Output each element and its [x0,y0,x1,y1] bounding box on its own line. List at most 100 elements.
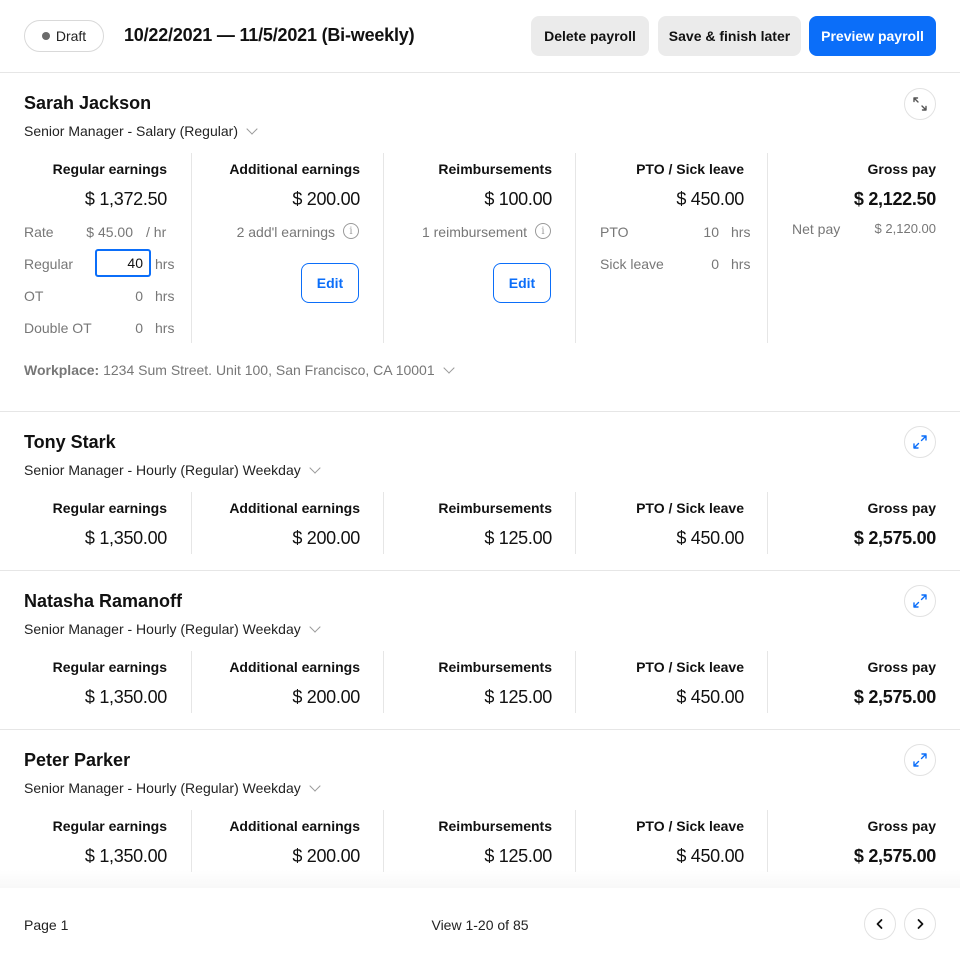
pto-hours-unit: hrs [731,224,751,240]
employee-role: Senior Manager - Salary (Regular) [24,123,238,139]
info-icon[interactable]: i [343,223,359,239]
rate-label: Rate [24,224,54,240]
column-header-additional: Additional earnings [229,818,360,834]
column-divider [575,153,576,343]
column-divider [191,651,192,713]
expand-arrows-icon[interactable] [904,585,936,617]
column-divider [575,651,576,713]
column-header-reimbursements: Reimbursements [438,659,552,675]
additional-earnings-amount: $ 200.00 [292,189,360,209]
employee-name: Peter Parker [24,750,131,770]
additional-earnings-amount: $ 200.00 [292,687,360,707]
preview-payroll-button[interactable]: Preview payroll [809,16,936,56]
net-pay-value: $ 2,120.00 [874,221,936,236]
column-divider [575,810,576,872]
employee-role-dropdown[interactable]: Senior Manager - Hourly (Regular) Weekda… [24,779,321,796]
gross-pay-amount: $ 2,575.00 [853,687,936,707]
regular-hours-label: Regular [24,256,74,272]
pto-amount: $ 450.00 [676,846,744,866]
column-header-additional: Additional earnings [229,161,360,177]
employee-card: Peter Parker Senior Manager - Hourly (Re… [0,730,960,890]
double-ot-label: Double OT [24,320,92,336]
pto-hours: 10 [703,224,719,240]
employee-role-dropdown[interactable]: Senior Manager - Hourly (Regular) Weekda… [24,620,321,637]
column-divider [383,810,384,872]
column-divider [383,651,384,713]
chevron-down-icon [309,620,321,633]
regular-earnings-amount: $ 1,372.50 [84,189,167,209]
column-divider [767,810,768,872]
employee-role-dropdown[interactable]: Senior Manager - Hourly (Regular) Weekda… [24,461,321,478]
column-divider [575,492,576,554]
additional-earnings-amount: $ 200.00 [292,846,360,866]
employee-name: Natasha Ramanoff [24,591,183,611]
net-pay-label: Net pay [792,221,841,237]
column-header-gross: Gross pay [867,818,936,834]
column-header-reimbursements: Reimbursements [438,161,552,177]
double-ot-hours-unit: hrs [155,320,175,336]
expand-arrows-icon[interactable] [904,426,936,458]
scroll-fade [0,870,960,890]
employee-role: Senior Manager - Hourly (Regular) Weekda… [24,621,301,637]
delete-payroll-button[interactable]: Delete payroll [531,16,649,56]
gross-pay-amount: $ 2,575.00 [853,846,936,866]
save-finish-later-button[interactable]: Save & finish later [658,16,801,56]
rate-unit: / hr [146,224,167,240]
employee-role: Senior Manager - Hourly (Regular) Weekda… [24,780,301,796]
ot-label: OT [24,288,44,304]
additional-earnings-amount: $ 200.00 [292,528,360,548]
column-divider [191,153,192,343]
column-header-pto: PTO / Sick leave [636,500,744,516]
sick-leave-hours: 0 [711,256,719,272]
regular-hours-input[interactable] [95,249,151,277]
edit-additional-earnings-button[interactable]: Edit [301,263,359,303]
pagination-footer: Page 1 View 1-20 of 85 [0,888,960,960]
workplace-label: Workplace: [24,362,100,378]
column-divider [767,153,768,343]
employee-role: Senior Manager - Hourly (Regular) Weekda… [24,462,301,478]
column-divider [383,492,384,554]
chevron-down-icon [442,361,455,374]
column-header-regular: Regular earnings [52,500,167,516]
employee-name: Tony Stark [24,432,116,452]
regular-earnings-amount: $ 1,350.00 [84,528,167,548]
column-divider [767,492,768,554]
reimbursements-amount: $ 125.00 [484,846,552,866]
column-header-regular: Regular earnings [52,659,167,675]
chevron-right-icon[interactable] [904,908,936,940]
info-icon[interactable]: i [535,223,551,239]
pto-amount: $ 450.00 [676,687,744,707]
column-header-additional: Additional earnings [229,659,360,675]
column-header-gross: Gross pay [867,659,936,675]
regular-hours-unit: hrs [155,256,175,272]
column-divider [191,810,192,872]
employee-card: Sarah Jackson Senior Manager - Salary (R… [0,73,960,412]
workplace-address: 1234 Sum Street. Unit 100, San Francisco… [103,362,435,378]
column-header-pto: PTO / Sick leave [636,818,744,834]
reimbursements-amount: $ 100.00 [484,189,552,209]
column-header-pto: PTO / Sick leave [636,659,744,675]
chevron-down-icon [309,461,321,474]
expand-arrows-icon[interactable] [904,744,936,776]
chevron-down-icon [246,122,258,135]
regular-earnings-amount: $ 1,350.00 [84,846,167,866]
sick-leave-label: Sick leave [600,256,664,272]
column-header-reimbursements: Reimbursements [438,500,552,516]
employee-role-dropdown[interactable]: Senior Manager - Salary (Regular) [24,122,258,139]
column-divider [383,153,384,343]
sick-leave-hours-unit: hrs [731,256,751,272]
column-header-reimbursements: Reimbursements [438,818,552,834]
edit-reimbursements-button[interactable]: Edit [493,263,551,303]
column-header-regular: Regular earnings [52,818,167,834]
pto-label: PTO [600,224,629,240]
chevron-down-icon [309,779,321,792]
collapse-arrows-icon[interactable] [904,88,936,120]
rate-value: $ 45.00 [86,224,133,240]
status-badge: Draft [24,20,104,52]
workplace-dropdown[interactable]: Workplace: 1234 Sum Street. Unit 100, Sa… [24,361,455,378]
page-title: 10/22/2021 — 11/5/2021 (Bi-weekly) [124,25,415,45]
chevron-left-icon[interactable] [864,908,896,940]
double-ot-hours: 0 [135,320,143,336]
column-header-regular: Regular earnings [52,161,167,177]
additional-earnings-count: 2 add'l earnings [236,224,335,240]
